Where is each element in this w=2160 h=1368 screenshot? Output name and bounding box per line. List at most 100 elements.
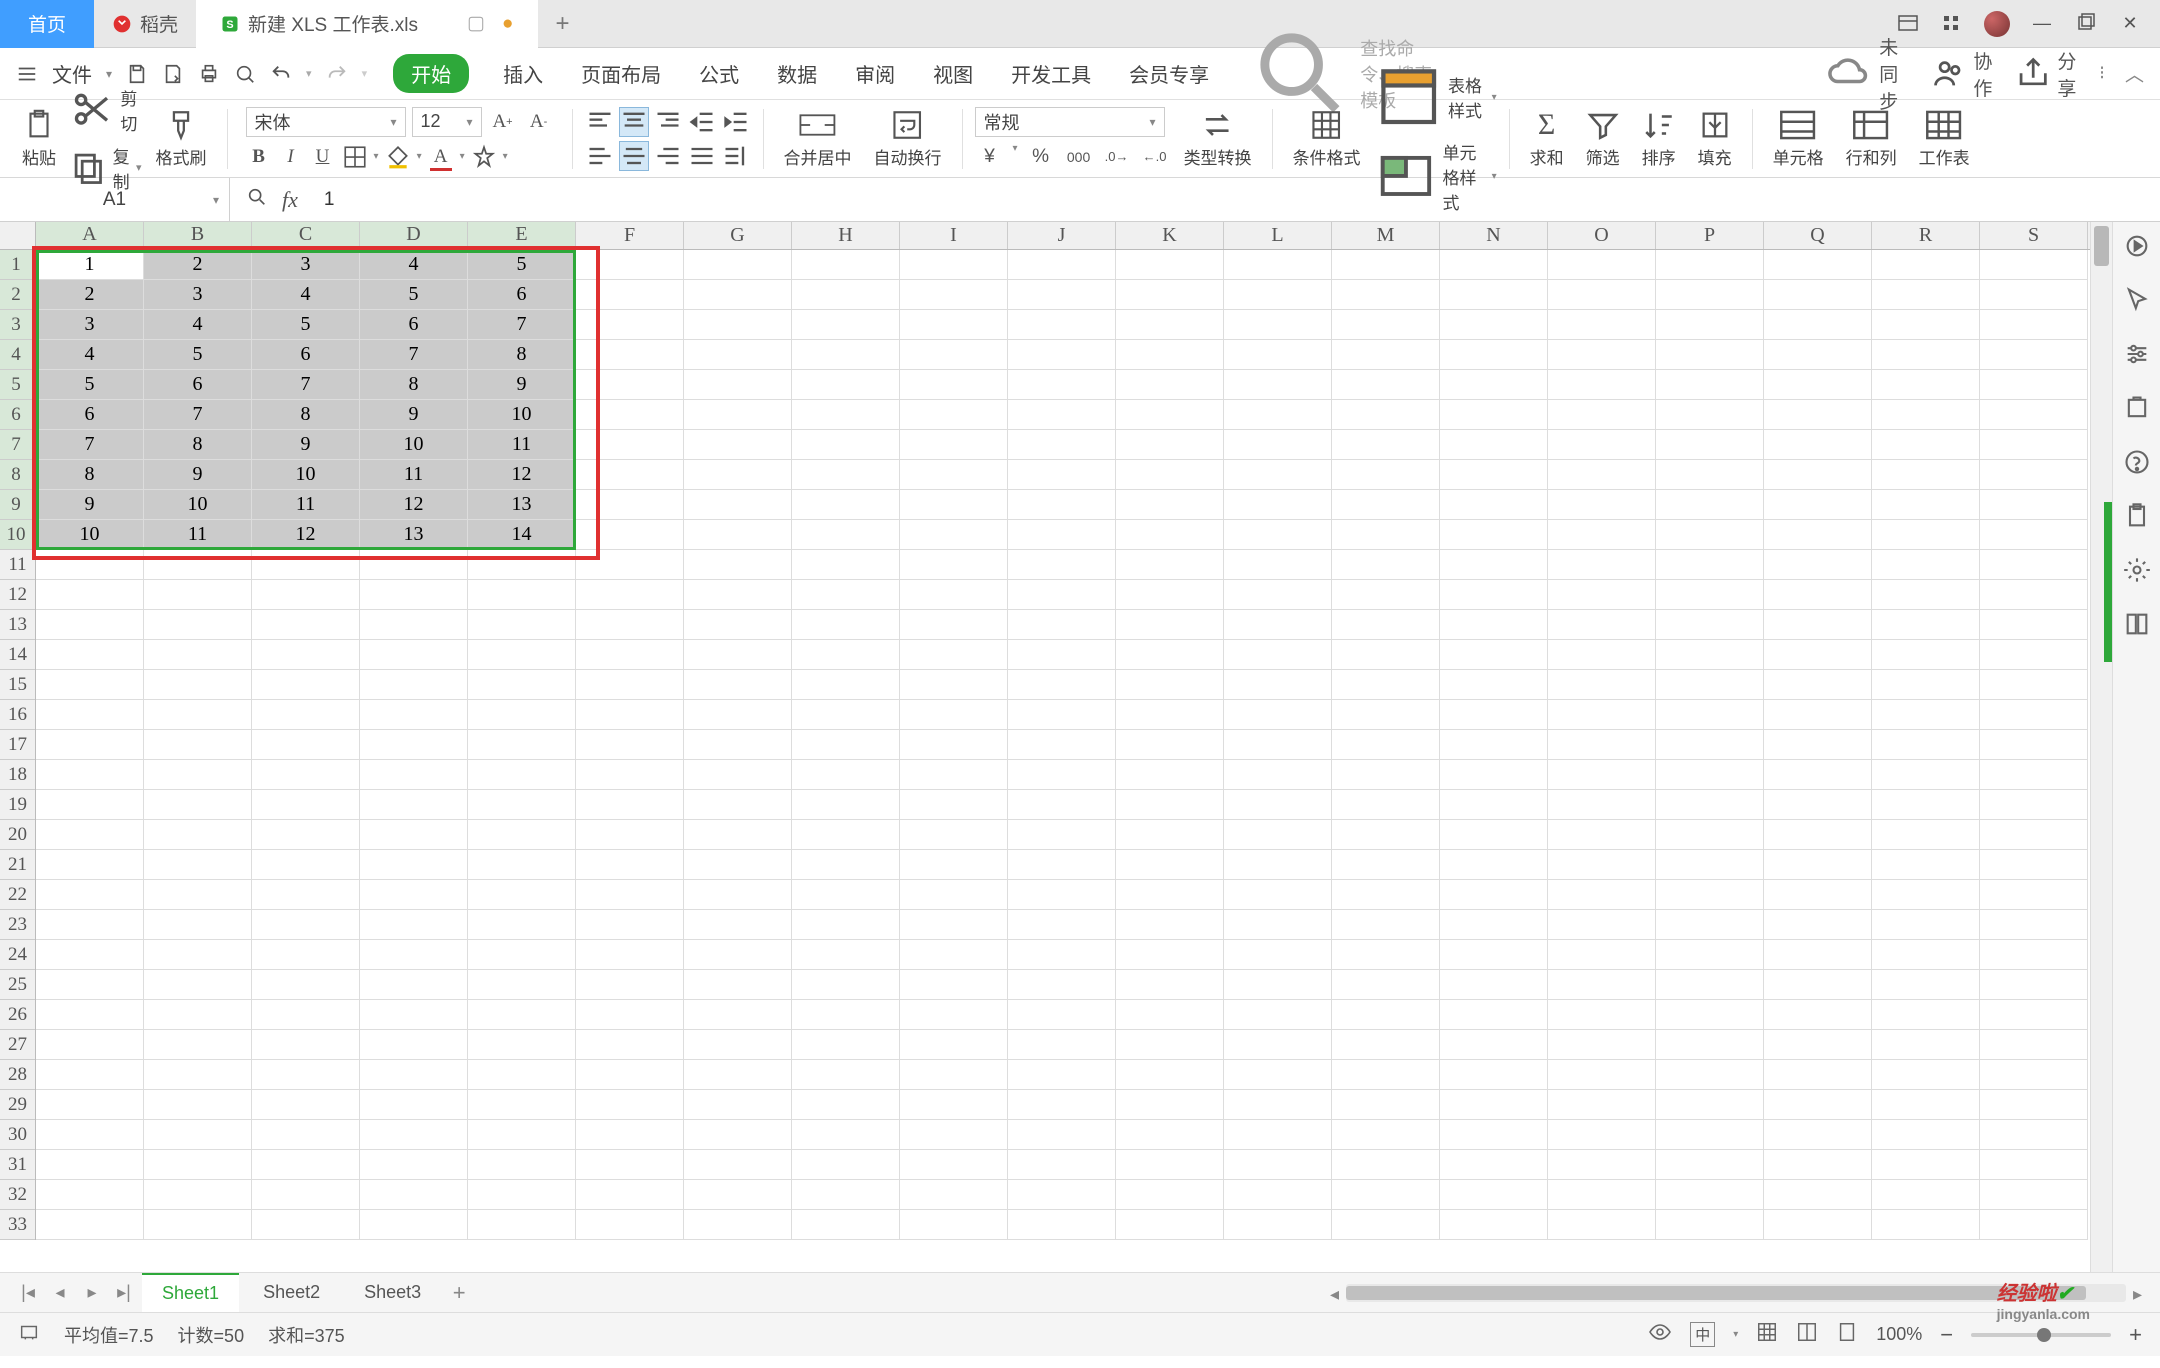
cell-F13[interactable] xyxy=(576,610,684,640)
cell-R18[interactable] xyxy=(1872,760,1980,790)
cell-K4[interactable] xyxy=(1116,340,1224,370)
cell-D10[interactable]: 13 xyxy=(360,520,468,550)
row-header-8[interactable]: 8 xyxy=(0,460,35,490)
row-header-10[interactable]: 10 xyxy=(0,520,35,550)
cell-A26[interactable] xyxy=(36,1000,144,1030)
cell-O21[interactable] xyxy=(1548,850,1656,880)
cell-M9[interactable] xyxy=(1332,490,1440,520)
cell-F25[interactable] xyxy=(576,970,684,1000)
cell-M21[interactable] xyxy=(1332,850,1440,880)
cell-B29[interactable] xyxy=(144,1090,252,1120)
cell-D16[interactable] xyxy=(360,700,468,730)
cell-K32[interactable] xyxy=(1116,1180,1224,1210)
cell-D2[interactable]: 5 xyxy=(360,280,468,310)
menu-start[interactable]: 开始 xyxy=(393,54,469,93)
cell-P17[interactable] xyxy=(1656,730,1764,760)
cell-R28[interactable] xyxy=(1872,1060,1980,1090)
cell-M16[interactable] xyxy=(1332,700,1440,730)
cell-O22[interactable] xyxy=(1548,880,1656,910)
cell-N31[interactable] xyxy=(1440,1150,1548,1180)
cell-M20[interactable] xyxy=(1332,820,1440,850)
sheet-prev-icon[interactable]: ◂ xyxy=(46,1279,74,1307)
cell-B10[interactable]: 11 xyxy=(144,520,252,550)
cell-G4[interactable] xyxy=(684,340,792,370)
cell-D24[interactable] xyxy=(360,940,468,970)
cell-D33[interactable] xyxy=(360,1210,468,1240)
cell-K8[interactable] xyxy=(1116,460,1224,490)
cell-E24[interactable] xyxy=(468,940,576,970)
cell-G7[interactable] xyxy=(684,430,792,460)
cell-O8[interactable] xyxy=(1548,460,1656,490)
cell-G12[interactable] xyxy=(684,580,792,610)
cell-S6[interactable] xyxy=(1980,400,2088,430)
row-header-24[interactable]: 24 xyxy=(0,940,35,970)
collapse-ribbon-icon[interactable]: ︿ xyxy=(2125,60,2144,87)
cell-J23[interactable] xyxy=(1008,910,1116,940)
cell-J14[interactable] xyxy=(1008,640,1116,670)
cell-F31[interactable] xyxy=(576,1150,684,1180)
cell-O5[interactable] xyxy=(1548,370,1656,400)
cell-J10[interactable] xyxy=(1008,520,1116,550)
cell-H32[interactable] xyxy=(792,1180,900,1210)
cell-O33[interactable] xyxy=(1548,1210,1656,1240)
cell-O2[interactable] xyxy=(1548,280,1656,310)
cell-E28[interactable] xyxy=(468,1060,576,1090)
cell-C11[interactable] xyxy=(252,550,360,580)
cell-G26[interactable] xyxy=(684,1000,792,1030)
cell-E27[interactable] xyxy=(468,1030,576,1060)
cell-I3[interactable] xyxy=(900,310,1008,340)
menu-view[interactable]: 视图 xyxy=(929,53,977,94)
cell-A19[interactable] xyxy=(36,790,144,820)
cell-K12[interactable] xyxy=(1116,580,1224,610)
cell-H15[interactable] xyxy=(792,670,900,700)
cell-O27[interactable] xyxy=(1548,1030,1656,1060)
cell-D30[interactable] xyxy=(360,1120,468,1150)
cell-Q21[interactable] xyxy=(1764,850,1872,880)
cell-C6[interactable]: 8 xyxy=(252,400,360,430)
cell-K25[interactable] xyxy=(1116,970,1224,1000)
cell-D14[interactable] xyxy=(360,640,468,670)
cell-C8[interactable]: 10 xyxy=(252,460,360,490)
cell-A24[interactable] xyxy=(36,940,144,970)
cell-P23[interactable] xyxy=(1656,910,1764,940)
cell-Q17[interactable] xyxy=(1764,730,1872,760)
cell-C19[interactable] xyxy=(252,790,360,820)
cell-J25[interactable] xyxy=(1008,970,1116,1000)
cell-Q6[interactable] xyxy=(1764,400,1872,430)
cell-L12[interactable] xyxy=(1224,580,1332,610)
cell-H11[interactable] xyxy=(792,550,900,580)
zoom-fx-icon[interactable] xyxy=(246,186,268,213)
cell-C33[interactable] xyxy=(252,1210,360,1240)
cell-I21[interactable] xyxy=(900,850,1008,880)
cell-N8[interactable] xyxy=(1440,460,1548,490)
cell-O29[interactable] xyxy=(1548,1090,1656,1120)
cell-H4[interactable] xyxy=(792,340,900,370)
row-header-21[interactable]: 21 xyxy=(0,850,35,880)
align-center-icon[interactable] xyxy=(619,141,649,171)
cell-I17[interactable] xyxy=(900,730,1008,760)
cell-D6[interactable]: 9 xyxy=(360,400,468,430)
cell-B21[interactable] xyxy=(144,850,252,880)
cell-S15[interactable] xyxy=(1980,670,2088,700)
saveas-icon[interactable] xyxy=(162,63,184,85)
cell-Q7[interactable] xyxy=(1764,430,1872,460)
cell-K10[interactable] xyxy=(1116,520,1224,550)
cell-A18[interactable] xyxy=(36,760,144,790)
cell-N9[interactable] xyxy=(1440,490,1548,520)
cell-Q16[interactable] xyxy=(1764,700,1872,730)
cell-G27[interactable] xyxy=(684,1030,792,1060)
cell-G15[interactable] xyxy=(684,670,792,700)
cell-D23[interactable] xyxy=(360,910,468,940)
col-header-H[interactable]: H xyxy=(792,222,900,249)
cell-S13[interactable] xyxy=(1980,610,2088,640)
cell-N2[interactable] xyxy=(1440,280,1548,310)
cell-S8[interactable] xyxy=(1980,460,2088,490)
row-header-27[interactable]: 27 xyxy=(0,1030,35,1060)
minimize-icon[interactable]: — xyxy=(2030,12,2054,36)
cell-E22[interactable] xyxy=(468,880,576,910)
cell-K26[interactable] xyxy=(1116,1000,1224,1030)
cell-M10[interactable] xyxy=(1332,520,1440,550)
cell-O1[interactable] xyxy=(1548,250,1656,280)
cell-L33[interactable] xyxy=(1224,1210,1332,1240)
cell-Q14[interactable] xyxy=(1764,640,1872,670)
